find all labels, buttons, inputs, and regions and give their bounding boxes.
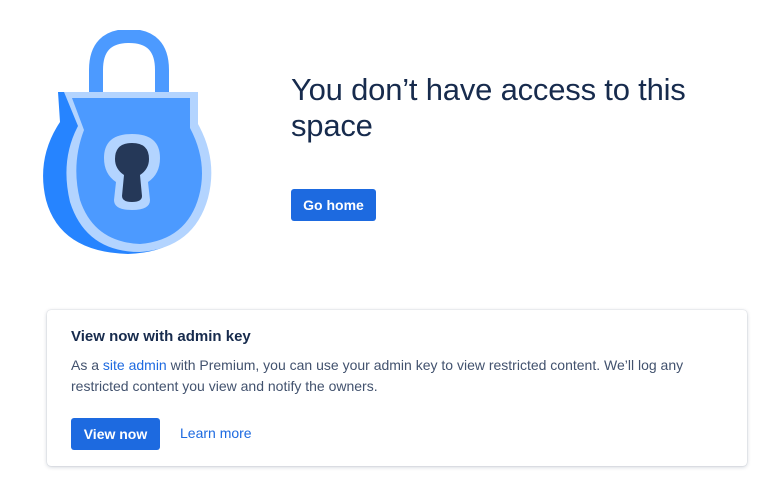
admin-key-card-description: As a site admin with Premium, you can us… bbox=[71, 355, 711, 397]
lock-shackle bbox=[89, 30, 169, 92]
view-now-button[interactable]: View now bbox=[71, 418, 160, 450]
padlock-icon bbox=[43, 30, 212, 254]
site-admin-link[interactable]: site admin bbox=[103, 357, 167, 373]
page-title: You don’t have access to this space bbox=[291, 72, 686, 143]
access-denied-page: You don’t have access to this space Go h… bbox=[0, 0, 767, 488]
body-prefix: As a bbox=[71, 357, 103, 373]
learn-more-link[interactable]: Learn more bbox=[180, 425, 252, 441]
go-home-button[interactable]: Go home bbox=[291, 189, 376, 221]
admin-key-card: View now with admin key As a site admin … bbox=[47, 310, 747, 466]
admin-key-card-title: View now with admin key bbox=[71, 328, 251, 345]
